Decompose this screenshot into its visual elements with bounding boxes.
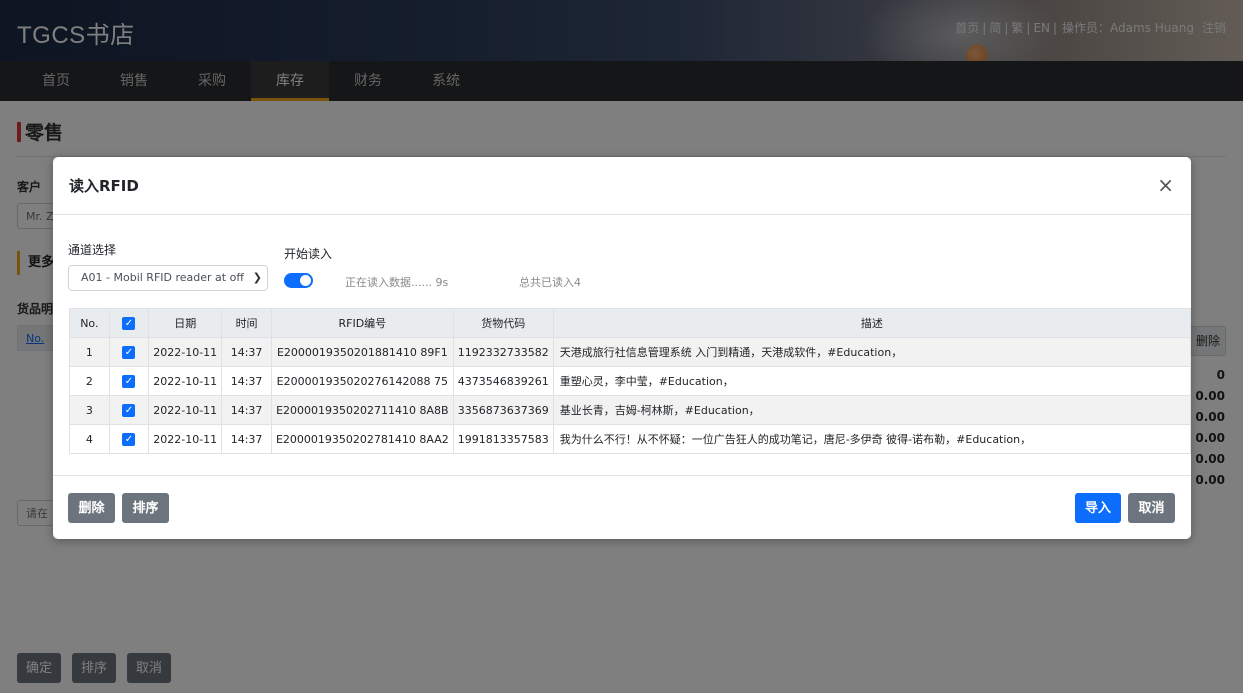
cell-code: 1991813357583 (452, 424, 554, 454)
col-header-desc: 描述 (552, 308, 1192, 338)
row-checkbox[interactable]: ✓ (122, 432, 136, 446)
col-header-select: ✓ (108, 308, 150, 338)
table-row[interactable]: 2 ✓ 2022-10-11 14:37 E200001935020276142… (69, 366, 1192, 396)
modal-footer: 删除 排序 导入 取消 (53, 475, 1191, 540)
table-row[interactable]: 3 ✓ 2022-10-11 14:37 E200001935020271141… (69, 395, 1192, 425)
cell-rfid: E2000019350202781410 8AA2 (270, 424, 454, 454)
cell-select: ✓ (108, 366, 150, 396)
select-all-checkbox[interactable]: ✓ (122, 316, 136, 330)
cell-rfid: E2000019350202711410 8A8B (270, 395, 454, 425)
cell-desc: 重塑心灵，李中莹，#Education， (552, 366, 1192, 396)
cell-no: 3 (69, 395, 110, 425)
cell-time: 14:37 (221, 424, 272, 454)
col-header-rfid: RFID编号 (270, 308, 454, 338)
cell-rfid: E200001935020276142088 75 (270, 366, 454, 396)
cell-code: 3356873637369 (452, 395, 554, 425)
channel-select-value: A01 - Mobil RFID reader at off (81, 271, 244, 284)
rfid-modal: 读入RFID × 通道选择 A01 - Mobil RFID reader at… (53, 157, 1192, 540)
cell-select: ✓ (108, 424, 150, 454)
cell-select: ✓ (108, 395, 150, 425)
modal-title: 读入RFID (69, 177, 139, 195)
channel-label: 通道选择 (68, 243, 117, 257)
cell-code: 1192332733582 (452, 337, 554, 367)
modal-delete-button[interactable]: 删除 (68, 493, 115, 523)
row-checkbox[interactable]: ✓ (122, 345, 136, 359)
modal-sort-button[interactable]: 排序 (122, 493, 169, 523)
col-header-code: 货物代码 (452, 308, 554, 338)
import-button[interactable]: 导入 (1075, 493, 1121, 523)
cell-code: 4373546839261 (452, 366, 554, 396)
cell-no: 4 (69, 424, 110, 454)
reading-status: 正在读入数据...... 9s (345, 276, 449, 289)
rfid-table: No. ✓ 日期 时间 RFID编号 货物代码 描述 1 ✓ 2022-10-1… (69, 308, 1192, 454)
cell-date: 2022-10-11 (148, 337, 223, 367)
col-header-time: 时间 (221, 308, 272, 338)
cell-select: ✓ (108, 337, 150, 367)
channel-select[interactable]: A01 - Mobil RFID reader at off ❯ (68, 265, 268, 291)
start-read-label: 开始读入 (284, 247, 333, 261)
row-checkbox[interactable]: ✓ (122, 374, 136, 388)
cell-no: 2 (69, 366, 110, 396)
cell-rfid: E2000019350201881410 89F1 (270, 337, 454, 367)
close-icon[interactable]: × (1157, 175, 1174, 195)
chevron-down-icon: ❯ (250, 266, 262, 290)
cell-desc: 天港成旅行社信息管理系统 入门到精通，天港成软件，#Education， (552, 337, 1192, 367)
start-read-toggle[interactable] (284, 273, 313, 288)
modal-header: 读入RFID × (53, 157, 1191, 215)
cell-desc: 基业长青，吉姆-柯林斯，#Education， (552, 395, 1192, 425)
cell-date: 2022-10-11 (148, 395, 223, 425)
col-header-no: No. (69, 308, 110, 338)
cell-time: 14:37 (221, 366, 272, 396)
cell-date: 2022-10-11 (148, 424, 223, 454)
col-header-date: 日期 (148, 308, 223, 338)
cell-no: 1 (69, 337, 110, 367)
cell-desc: 我为什么不行！从不怀疑：一位广告狂人的成功笔记，唐尼-多伊奇 彼得-诺布勒，#E… (552, 424, 1192, 454)
cell-time: 14:37 (221, 395, 272, 425)
total-read-count: 总共已读入4 (519, 276, 581, 289)
cell-time: 14:37 (221, 337, 272, 367)
table-header-row: No. ✓ 日期 时间 RFID编号 货物代码 描述 (69, 308, 1192, 338)
toggle-knob (300, 275, 311, 286)
table-row[interactable]: 1 ✓ 2022-10-11 14:37 E200001935020188141… (69, 337, 1192, 367)
table-row[interactable]: 4 ✓ 2022-10-11 14:37 E200001935020278141… (69, 424, 1192, 454)
cell-date: 2022-10-11 (148, 366, 223, 396)
row-checkbox[interactable]: ✓ (122, 403, 136, 417)
modal-cancel-button[interactable]: 取消 (1128, 493, 1175, 523)
